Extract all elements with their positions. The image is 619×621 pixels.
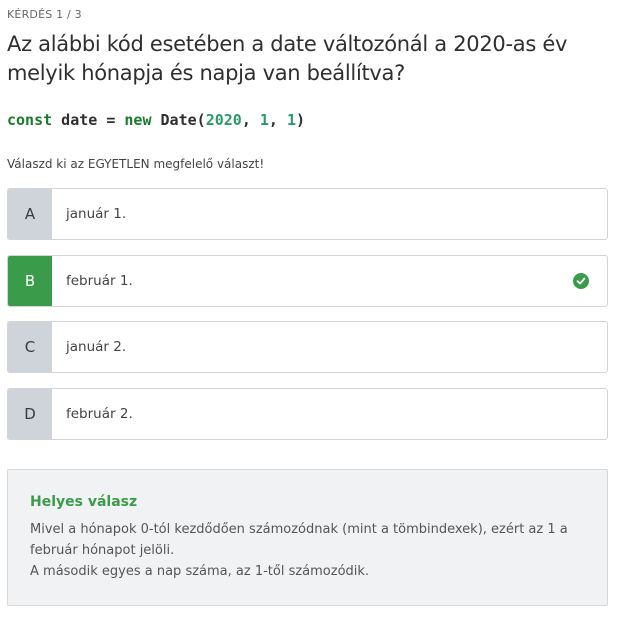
option-letter: A: [8, 189, 52, 239]
code-snippet: const date = new Date(2020, 1, 1): [7, 111, 305, 129]
answer-option-c[interactable]: C január 2.: [7, 321, 608, 373]
option-label: január 1.: [66, 206, 127, 222]
question-counter: KÉRDÉS 1 / 3: [7, 8, 82, 21]
answer-option-a[interactable]: A január 1.: [7, 188, 608, 240]
code-arg-month: 1: [259, 111, 269, 129]
explanation-panel: Helyes válasz Mivel a hónapok 0-tól kezd…: [7, 469, 608, 606]
option-label: január 2.: [66, 339, 127, 355]
code-arg-day: 1: [286, 111, 296, 129]
explanation-line: Mivel a hónapok 0-tól kezdődően számozód…: [30, 522, 568, 537]
explanation-line: február hónapot jelöli.: [30, 543, 175, 558]
code-keyword-new: new: [124, 111, 152, 129]
check-circle-icon: [573, 273, 589, 289]
code-constructor: Date(: [151, 111, 206, 129]
instruction-text: Válaszd ki az EGYETLEN megfelelő választ…: [7, 157, 265, 171]
option-label: február 1.: [66, 273, 133, 289]
code-arg-year: 2020: [205, 111, 242, 129]
option-letter: C: [8, 322, 52, 372]
question-title: Az alábbi kód esetében a date változónál…: [7, 32, 568, 85]
answer-option-b[interactable]: B február 1.: [7, 255, 608, 307]
option-label: február 2.: [66, 406, 133, 422]
option-letter: D: [8, 389, 52, 439]
code-close: ): [296, 111, 306, 129]
code-sep: ,: [268, 111, 287, 129]
code-sep: ,: [241, 111, 260, 129]
code-keyword-const: const: [7, 111, 53, 129]
explanation-line: A második egyes a nap száma, az 1-től sz…: [30, 564, 370, 579]
answer-option-d[interactable]: D február 2.: [7, 388, 608, 440]
option-letter: B: [8, 256, 52, 306]
explanation-heading: Helyes válasz: [30, 494, 138, 510]
code-variable: date =: [52, 111, 125, 129]
